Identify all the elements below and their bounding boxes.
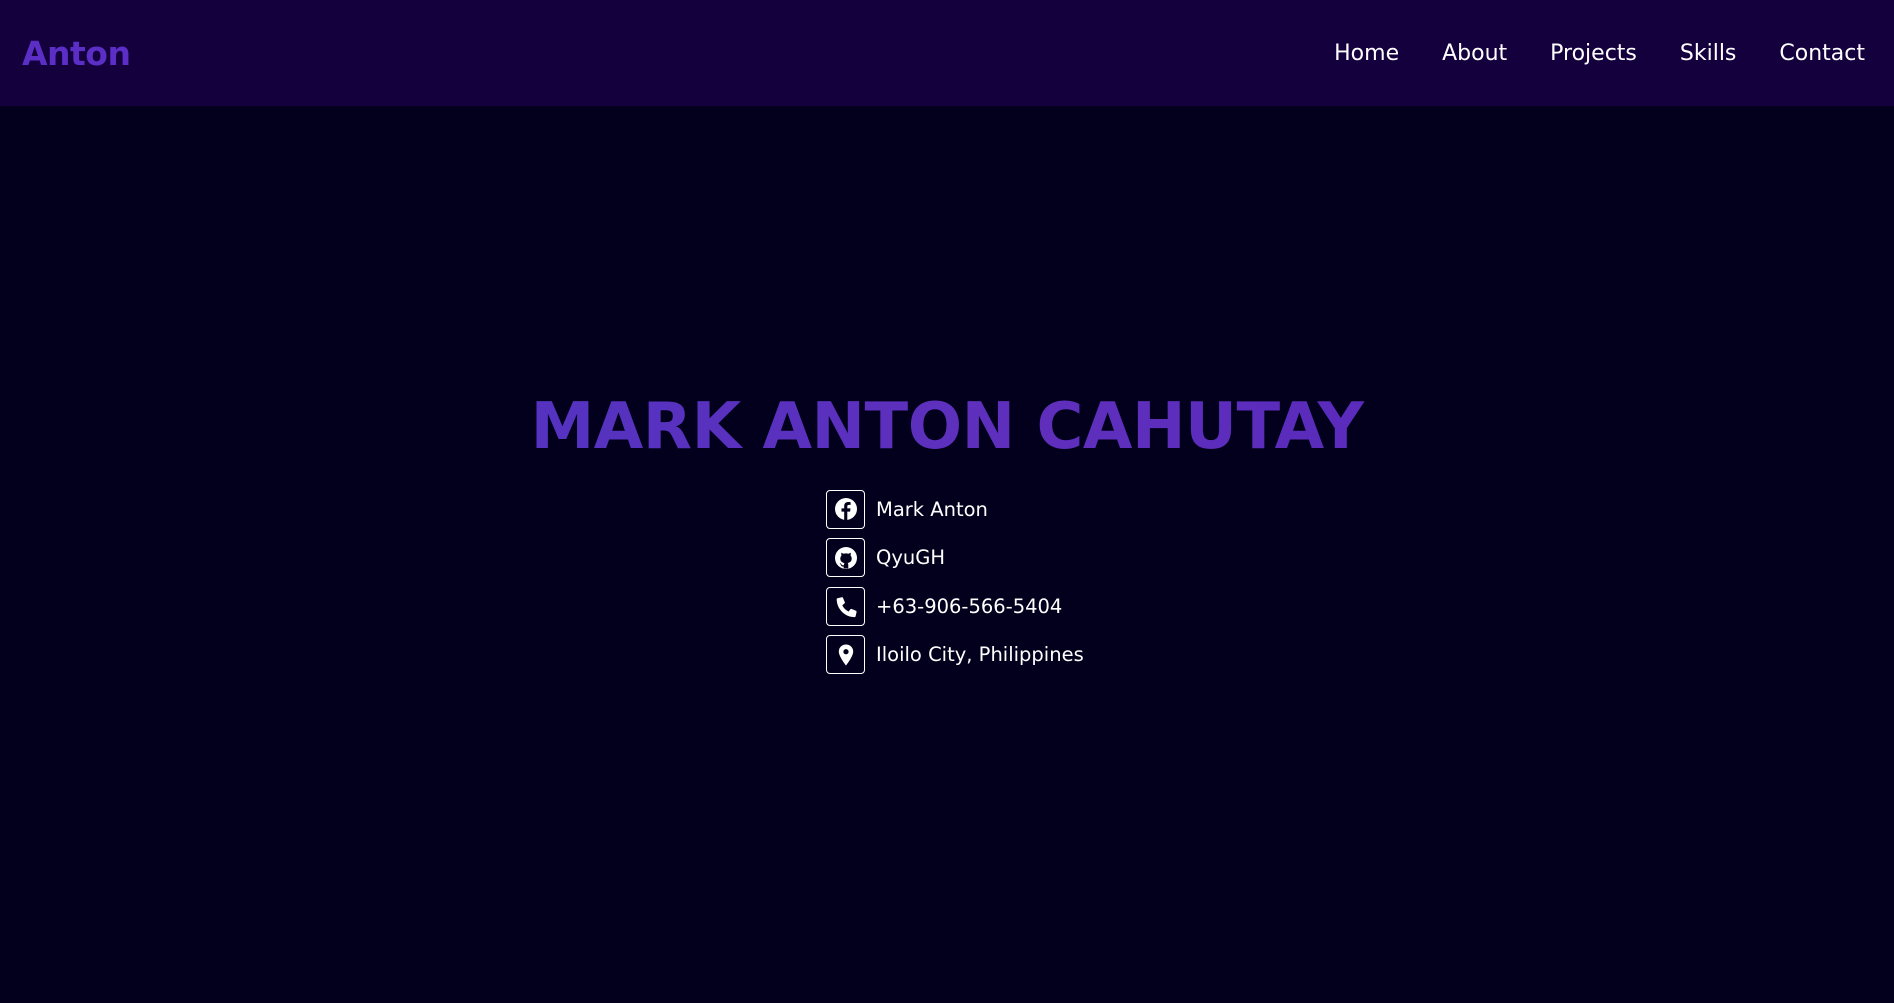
contact-list: Mark Anton QyuGH +63-906-566-5404 Iloilo… [826,489,1084,683]
contact-location-text: Iloilo City, Philippines [876,643,1084,666]
nav-link-projects[interactable]: Projects [1550,41,1637,66]
hero-section: MARK ANTON CAHUTAY Mark Anton QyuGH +63-… [0,106,1894,1003]
contact-phone-text[interactable]: +63-906-566-5404 [876,595,1062,618]
navbar: Anton Home About Projects Skills Contact [0,0,1894,106]
nav-menu: Home About Projects Skills Contact [1291,41,1865,66]
hero-title: MARK ANTON CAHUTAY [0,395,1894,459]
contact-item-location: Iloilo City, Philippines [826,635,1084,675]
contact-item-facebook: Mark Anton [826,489,1084,529]
nav-link-skills[interactable]: Skills [1680,41,1737,66]
contact-item-github: QyuGH [826,538,1084,578]
contact-facebook-text[interactable]: Mark Anton [876,498,988,521]
nav-link-about[interactable]: About [1442,41,1507,66]
contact-item-phone: +63-906-566-5404 [826,586,1084,626]
facebook-icon[interactable] [826,489,865,529]
contact-github-text[interactable]: QyuGH [876,546,945,569]
location-pin-icon[interactable] [826,635,865,674]
phone-icon[interactable] [826,586,865,626]
nav-link-home[interactable]: Home [1334,41,1399,66]
nav-link-contact[interactable]: Contact [1779,41,1865,66]
github-icon[interactable] [826,538,865,577]
brand-logo[interactable]: Anton [22,34,131,73]
